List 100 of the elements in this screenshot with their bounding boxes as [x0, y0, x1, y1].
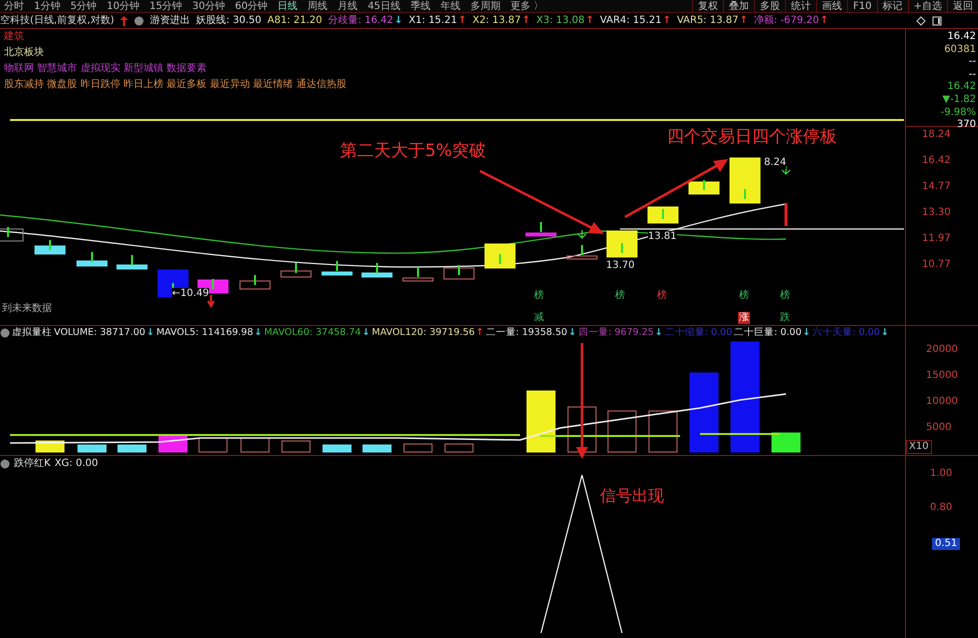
quote-value: 370	[956, 119, 976, 132]
trend-arrow: ↑	[522, 14, 530, 26]
trend-arrow: ↓	[146, 327, 154, 339]
period-tab[interactable]: 更多 〉	[510, 0, 544, 12]
indicator-value: 四一量: 9679.25	[578, 327, 654, 339]
trend-arrow: ↑	[586, 14, 594, 26]
trend-arrow: ↑	[739, 14, 748, 26]
trend-arrow: ↓	[802, 327, 810, 339]
toolbar-button[interactable]: 统计	[785, 0, 816, 12]
period-tab[interactable]: 分时	[4, 0, 24, 12]
indicator-value: 二十巨量: 0.00	[734, 327, 802, 339]
chart-note: 到未来数据	[2, 302, 52, 316]
current-value-label: 0.51	[932, 538, 960, 550]
indicator-value: X3: 13.08	[536, 14, 585, 26]
quote-value: --	[968, 68, 976, 82]
axis-label: 15000	[926, 370, 958, 382]
indicator-value: VOLUME: 38717.00	[54, 327, 146, 339]
chart-marker: 榜	[779, 290, 791, 302]
indicator-value: 分歧量: 16.42	[328, 14, 394, 26]
period-tab[interactable]: 多周期	[470, 0, 500, 12]
quote-value: 16.42	[947, 31, 976, 44]
toolbar-button[interactable]: 标记	[876, 0, 908, 12]
sector-tags: 股东减持 微盘股 昨日跌停 昨日上榜 最近多板 最近异动 最近情绪 通达信热股	[4, 78, 346, 92]
trend-arrow: ↓	[568, 327, 576, 339]
chart-marker: 榜	[614, 290, 626, 302]
indicator-value: 六十天量: 0.00	[812, 327, 880, 339]
trend-arrow: ↓	[654, 327, 663, 339]
quote-value: 60381	[944, 44, 976, 56]
period-tab[interactable]: 10分钟	[106, 0, 140, 12]
annotation-text: 四个交易日四个涨停板	[667, 126, 837, 149]
indicator-value: A81: 21.20	[267, 14, 322, 26]
axis-label: 20000	[926, 344, 958, 356]
toolbar-button[interactable]: 画线	[816, 0, 848, 12]
toolbar-button[interactable]: 多股	[754, 0, 786, 12]
annotation-text: 第二天大于5%突破	[340, 140, 486, 163]
chart-marker: 榜	[656, 290, 668, 302]
toolbar-button[interactable]: 叠加	[723, 0, 754, 12]
axis-label: 10000	[926, 396, 958, 408]
trend-arrow: ↑	[458, 14, 466, 26]
trend-arrow: ↑	[820, 14, 828, 26]
sector-tags: 物联网 智慧城市 虚拟现实 新型城镇 数据要素	[4, 62, 346, 76]
period-tab[interactable]: 60分钟	[234, 0, 268, 12]
trend-arrow: ↓	[254, 327, 262, 339]
period-tab[interactable]: 45日线	[368, 0, 400, 12]
toolbar-button[interactable]: 复权	[692, 0, 724, 12]
period-tab[interactable]: 季线	[410, 0, 430, 12]
axis-label: 14.77	[922, 181, 951, 193]
chart-marker: 涨	[738, 312, 750, 324]
indicator-value: VAR4: 15.21	[600, 14, 662, 26]
axis-label: 0.80	[930, 502, 952, 514]
sector-tags: 北京板块	[4, 46, 346, 60]
period-tab[interactable]: 日线	[278, 0, 298, 12]
chart-marker: 榜	[738, 290, 750, 302]
price-label: ←10.49	[172, 288, 210, 300]
axis-label: 13.30	[922, 207, 951, 219]
indicator-value: 妖股线: 30.50	[196, 14, 262, 26]
period-tab[interactable]: 1分钟	[34, 0, 60, 12]
indicator-value: XG: 0.00	[54, 457, 98, 471]
axis-label: 11.97	[922, 233, 951, 245]
period-tab[interactable]: 年线	[440, 0, 460, 12]
toolbar-button[interactable]: F10	[847, 0, 877, 12]
indicator-value: 二一量: 19358.50	[486, 327, 568, 339]
period-tab[interactable]: 月线	[338, 0, 358, 12]
trend-arrow: ↓	[880, 327, 889, 339]
quote-value: -9.98%	[940, 106, 976, 120]
annotation-text: 信号出现	[600, 485, 664, 507]
indicator-name: 游资进出	[150, 14, 190, 28]
indicator-value: X2: 13.87	[472, 14, 521, 26]
price-label: 8.24	[764, 157, 786, 169]
indicator-name: 跌停红K	[14, 457, 51, 471]
chart-marker: 减	[533, 312, 545, 324]
period-tab[interactable]: 周线	[308, 0, 328, 12]
axis-label: 5000	[926, 422, 952, 434]
trend-arrow: ↑	[476, 327, 484, 339]
indicator-value: VAR5: 13.87	[676, 14, 738, 26]
indicator-value: MAVOL120: 39719.56	[372, 327, 475, 339]
indicator-value: 净额: -679.20	[754, 14, 820, 26]
trend-arrow: ↓	[362, 327, 370, 339]
period-tab[interactable]: 15分钟	[149, 0, 182, 12]
period-tab[interactable]: 30分钟	[192, 0, 225, 12]
scale-label: X10	[906, 440, 932, 454]
indicator-value: X1: 15.21	[408, 14, 458, 26]
indicator-name: 虚拟量柱	[12, 327, 52, 339]
indicator-value: 二十缩量: 0.00	[664, 327, 732, 339]
axis-label: 10.77	[922, 259, 951, 271]
period-tab[interactable]: 5分钟	[70, 0, 97, 12]
quote-value: ▼-1.82	[942, 94, 976, 107]
axis-label: 16.42	[922, 155, 951, 167]
chart-marker: 榜	[533, 290, 545, 302]
toolbar-button[interactable]: +自选	[908, 0, 947, 12]
stock-title: 空科技(日线,前复权,对数)	[0, 14, 114, 28]
sector-tags: 建筑	[4, 30, 346, 44]
quote-value: --	[968, 56, 976, 69]
quote-value: 16.42	[947, 81, 976, 94]
indicator-value: MAVOL5: 114169.98	[156, 327, 254, 339]
axis-label: 1.00	[930, 468, 952, 480]
axis-label: 18.24	[922, 129, 951, 141]
chart-marker: 跌	[779, 312, 791, 324]
trend-arrow: ↓	[394, 14, 403, 26]
toolbar-button[interactable]: 返回	[947, 0, 978, 12]
